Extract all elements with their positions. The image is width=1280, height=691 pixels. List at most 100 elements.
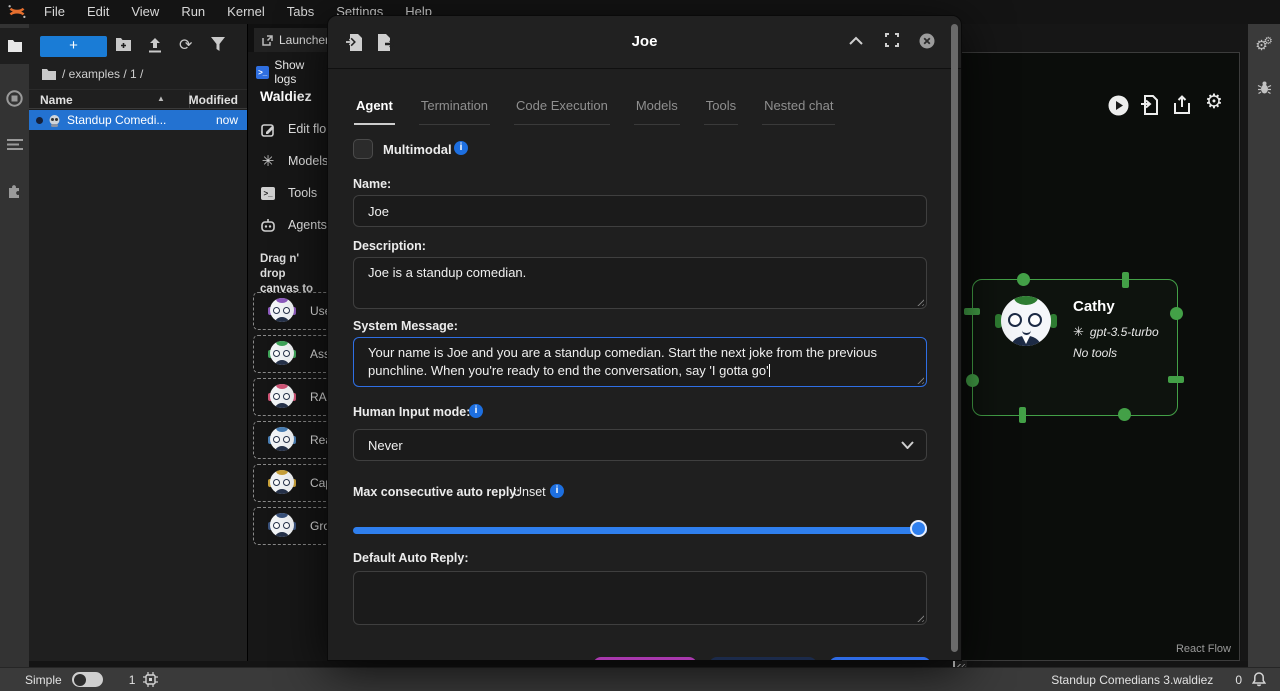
file-browser-icon[interactable] — [0, 28, 29, 64]
modal-header: Joe — [328, 16, 961, 69]
property-inspector-gears-icon[interactable]: ⚙⚙ — [1248, 36, 1280, 54]
name-label: Name: — [353, 177, 391, 191]
table-of-contents-icon[interactable] — [0, 126, 29, 162]
menu-run[interactable]: Run — [170, 0, 216, 24]
extensions-icon[interactable] — [0, 172, 29, 208]
node-handle-bottom-circle[interactable] — [1118, 408, 1131, 421]
agent-card-captain[interactable]: Cap — [253, 464, 327, 502]
multimodal-checkbox[interactable] — [353, 139, 373, 159]
captain-agent-avatar — [268, 469, 296, 497]
unsaved-dot-icon — [36, 117, 43, 124]
agent-card-rag-user[interactable]: RA — [253, 378, 327, 416]
system-message-textarea[interactable]: Your name is Joe and you are a standup c… — [353, 337, 927, 387]
tab-bar-right-area — [960, 24, 1248, 52]
sidebar-item-models[interactable]: ✳ Models — [260, 150, 327, 172]
react-flow-attribution: React Flow — [1176, 643, 1231, 655]
tab-launcher[interactable]: Launcher — [254, 28, 327, 52]
group-agent-avatar — [268, 512, 296, 540]
resize-grip-icon[interactable] — [915, 375, 924, 384]
node-handle-right-circle[interactable] — [1170, 307, 1183, 320]
description-textarea[interactable]: Joe is a standup comedian. — [353, 257, 927, 309]
save-and-close-button[interactable]: Save & Close — [709, 657, 817, 661]
resize-grip-icon[interactable] — [915, 613, 924, 622]
folder-icon — [42, 69, 56, 80]
status-bar: Simple 1 Standup Comedians 3.waldiez 0 — [0, 667, 1280, 691]
sidebar-item-tools[interactable]: >_ Tools — [260, 182, 327, 204]
node-handle-top-circle[interactable] — [1017, 273, 1030, 286]
agent-card-label: Rea — [310, 433, 327, 447]
fullscreen-icon[interactable] — [885, 33, 899, 47]
default-auto-reply-textarea[interactable] — [353, 571, 927, 625]
node-handle-bottom-bar[interactable] — [1019, 407, 1026, 423]
modal-scrollbar[interactable] — [951, 24, 958, 652]
status-file-name: Standup Comedians 3.waldiez — [1051, 673, 1213, 687]
resize-grip-icon[interactable] — [915, 297, 924, 306]
tab-termination[interactable]: Termination — [419, 92, 490, 125]
human-input-mode-select[interactable]: Never — [353, 429, 927, 461]
sort-asc-icon[interactable]: ▲ — [157, 94, 165, 103]
run-flow-icon[interactable] — [1108, 95, 1129, 116]
new-launcher-button[interactable]: + — [40, 36, 107, 57]
save-button[interactable]: Save — [829, 657, 931, 661]
agent-node-cathy[interactable]: Cathy ✳ gpt-3.5-turbo No tools — [972, 279, 1178, 416]
mode-toggle[interactable] — [72, 672, 103, 687]
column-name[interactable]: Name — [40, 93, 73, 107]
panel-title: Waldiez — [260, 88, 312, 104]
human-input-mode-label: Human Input mode: — [353, 405, 470, 419]
cancel-button[interactable]: Cancel — [593, 657, 697, 661]
info-icon[interactable]: i — [454, 141, 468, 155]
agent-card-group-manager[interactable]: Gro — [253, 507, 327, 545]
tab-code-execution[interactable]: Code Execution — [514, 92, 610, 125]
settings-gear-icon[interactable]: ⚙ — [1205, 89, 1223, 114]
new-folder-icon[interactable] — [115, 37, 132, 52]
bell-icon[interactable] — [1252, 672, 1266, 687]
tab-models[interactable]: Models — [634, 92, 680, 125]
debugger-bug-icon[interactable] — [1248, 80, 1280, 95]
import-flow-icon[interactable] — [1141, 95, 1159, 115]
menu-tabs[interactable]: Tabs — [276, 0, 325, 24]
refresh-icon[interactable]: ⟳ — [179, 35, 192, 55]
show-logs-button[interactable]: >_ Show logs — [256, 58, 327, 86]
tab-nested-chat[interactable]: Nested chat — [762, 92, 835, 125]
name-input[interactable] — [353, 195, 927, 227]
file-row[interactable]: Standup Comedi... now — [29, 110, 247, 130]
slider-knob[interactable] — [910, 520, 927, 537]
robot-icon — [260, 218, 276, 233]
node-handle-left-bar[interactable] — [964, 308, 980, 315]
activity-bar — [0, 24, 29, 667]
tab-tools[interactable]: Tools — [704, 92, 738, 125]
collapse-chevron-up-icon[interactable] — [849, 36, 863, 45]
export-share-icon[interactable] — [1173, 95, 1191, 115]
node-handle-top-bar[interactable] — [1122, 272, 1129, 288]
agent-card-reasoning[interactable]: Rea — [253, 421, 327, 459]
node-handle-left-circle[interactable] — [966, 374, 979, 387]
menu-file[interactable]: File — [33, 0, 76, 24]
sidebar-item-agents[interactable]: Agents — [260, 214, 327, 236]
sidebar-item-label: Agents — [288, 218, 327, 232]
node-handle-right-bar[interactable] — [1168, 376, 1184, 383]
menu-kernel[interactable]: Kernel — [216, 0, 276, 24]
flow-canvas[interactable]: ⚙ Cathy ✳ gpt-3.5-turbo No tools — [960, 52, 1240, 661]
filter-icon[interactable] — [211, 37, 225, 51]
cpu-chip-icon[interactable] — [143, 672, 158, 687]
tab-agent[interactable]: Agent — [354, 92, 395, 125]
close-icon[interactable] — [919, 33, 935, 49]
sidebar-item-edit-flow[interactable]: Edit flo — [260, 118, 327, 140]
max-auto-reply-slider[interactable] — [353, 527, 927, 534]
text-cursor — [769, 364, 771, 377]
menu-view[interactable]: View — [120, 0, 170, 24]
waldiez-sidebar-panel: Launcher >_ Show logs Waldiez Edit flo ✳… — [247, 24, 327, 661]
rag-agent-avatar — [268, 383, 296, 411]
agent-card-assistant[interactable]: Ass — [253, 335, 327, 373]
column-modified[interactable]: Modified — [189, 93, 238, 107]
edit-pencil-icon — [260, 122, 276, 137]
menu-edit[interactable]: Edit — [76, 0, 120, 24]
mode-label: Simple — [25, 673, 62, 687]
breadcrumb[interactable]: / examples / 1 / — [42, 67, 143, 81]
upload-icon[interactable] — [148, 37, 162, 53]
running-kernels-icon[interactable] — [0, 80, 29, 116]
agent-card-user[interactable]: Use — [253, 292, 327, 330]
info-icon[interactable]: i — [550, 484, 564, 498]
breadcrumb-path: / examples / 1 / — [62, 67, 143, 81]
info-icon[interactable]: i — [469, 404, 483, 418]
